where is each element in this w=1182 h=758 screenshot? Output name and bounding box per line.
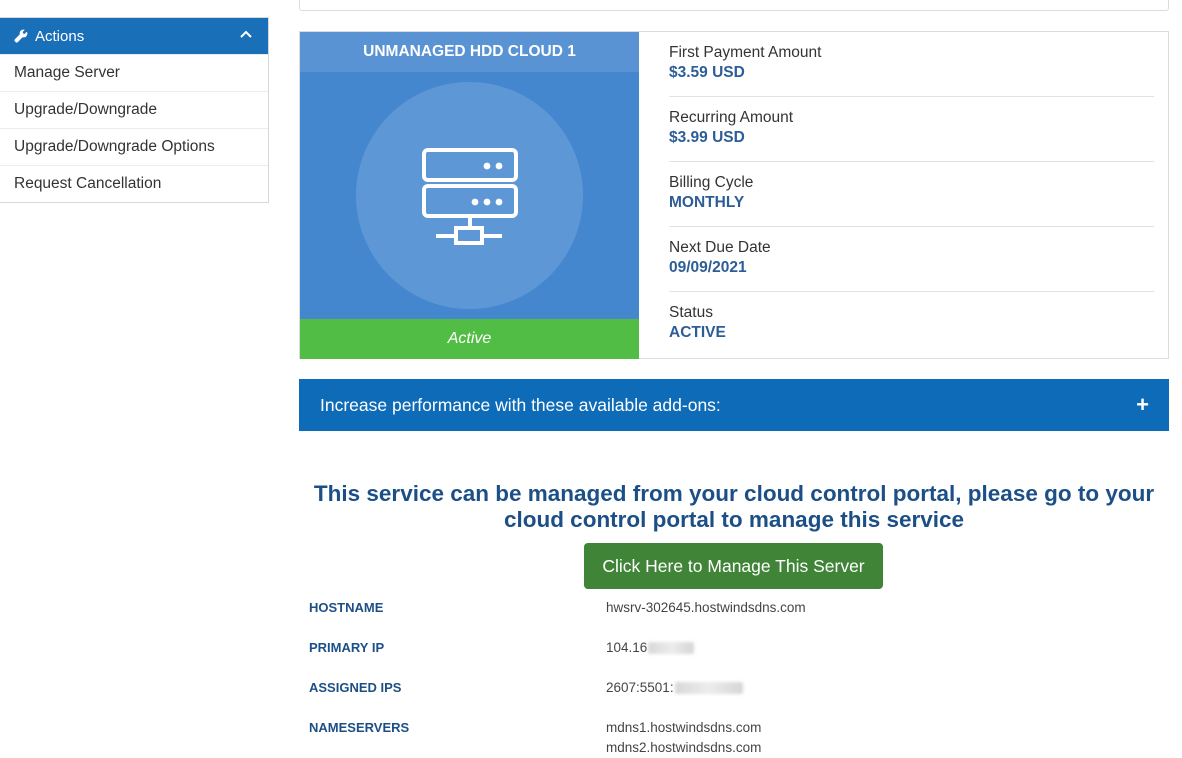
info-label: First Payment Amount: [669, 44, 822, 61]
plus-icon[interactable]: +: [1136, 394, 1149, 416]
product-panel: UNMANAGED HDD CLOUD 1 Active First Payme…: [299, 31, 1169, 359]
info-value: $3.99 USD: [669, 129, 745, 146]
sidebar-item-label: Upgrade/Downgrade: [14, 101, 158, 118]
sidebar-item-label: Request Cancellation: [14, 175, 162, 192]
primary-ip-value: 104.16: [606, 638, 1106, 658]
info-label: Status: [669, 304, 713, 321]
recurring-amount-row: Recurring Amount $3.99 USD: [669, 97, 1154, 162]
billing-info: First Payment Amount $3.59 USD Recurring…: [669, 32, 1154, 357]
status-value: ACTIVE: [669, 324, 726, 341]
actions-header-label: Actions: [35, 27, 85, 45]
top-panel-edge: [299, 0, 1169, 11]
sidebar-item-request-cancellation[interactable]: Request Cancellation: [0, 165, 268, 202]
portal-notice: This service can be managed from your cl…: [313, 481, 1155, 532]
billing-cycle-row: Billing Cycle MONTHLY: [669, 162, 1154, 227]
addons-label: Increase performance with these availabl…: [320, 394, 721, 415]
nameservers-value: mdns1.hostwindsdns.com mdns2.hostwindsdn…: [606, 718, 1106, 758]
assigned-ips-label: ASSIGNED IPS: [309, 680, 402, 695]
info-label: Billing Cycle: [669, 174, 754, 191]
first-payment-row: First Payment Amount $3.59 USD: [669, 32, 1154, 97]
addons-toggle-bar[interactable]: Increase performance with these availabl…: [299, 379, 1169, 431]
nameserver-1: mdns1.hostwindsdns.com: [606, 720, 762, 735]
sidebar-item-upgrade-downgrade-options[interactable]: Upgrade/Downgrade Options: [0, 128, 268, 165]
redacted-mask: [674, 682, 743, 695]
assigned-ips-value: 2607:5501:: [606, 678, 1106, 698]
redacted-mask: [648, 642, 695, 655]
status-row: Status ACTIVE: [669, 292, 1154, 357]
info-value: MONTHLY: [669, 194, 745, 211]
info-label: Next Due Date: [669, 239, 771, 256]
manage-server-button[interactable]: Click Here to Manage This Server: [584, 543, 883, 589]
sidebar-item-manage-server[interactable]: Manage Server: [0, 54, 268, 91]
actions-header[interactable]: Actions: [0, 18, 268, 54]
wrench-icon: [14, 29, 28, 43]
nameservers-label: NAMESERVERS: [309, 720, 410, 735]
next-due-date-row: Next Due Date 09/09/2021: [669, 227, 1154, 292]
info-value: 09/09/2021: [669, 259, 747, 276]
product-status-bar: Active: [300, 319, 639, 359]
primary-ip-text: 104.16: [606, 640, 648, 655]
info-label: Recurring Amount: [669, 109, 794, 126]
actions-sidebar: Actions Manage Server Upgrade/Downgrade …: [0, 17, 269, 203]
server-icon: [422, 148, 518, 245]
primary-ip-label: PRIMARY IP: [309, 640, 385, 655]
assigned-ips-text: 2607:5501:: [606, 680, 674, 695]
sidebar-item-label: Upgrade/Downgrade Options: [14, 138, 215, 155]
hostname-value: hwsrv-302645.hostwindsdns.com: [606, 600, 806, 615]
chevron-up-icon[interactable]: [240, 30, 252, 38]
info-value: $3.59 USD: [669, 64, 745, 81]
product-card: UNMANAGED HDD CLOUD 1 Active: [300, 32, 639, 359]
sidebar-item-label: Manage Server: [14, 64, 120, 81]
hostname-label: HOSTNAME: [309, 600, 384, 615]
nameserver-2: mdns2.hostwindsdns.com: [606, 740, 762, 755]
product-title: UNMANAGED HDD CLOUD 1: [300, 32, 639, 72]
sidebar-item-upgrade-downgrade[interactable]: Upgrade/Downgrade: [0, 91, 268, 128]
